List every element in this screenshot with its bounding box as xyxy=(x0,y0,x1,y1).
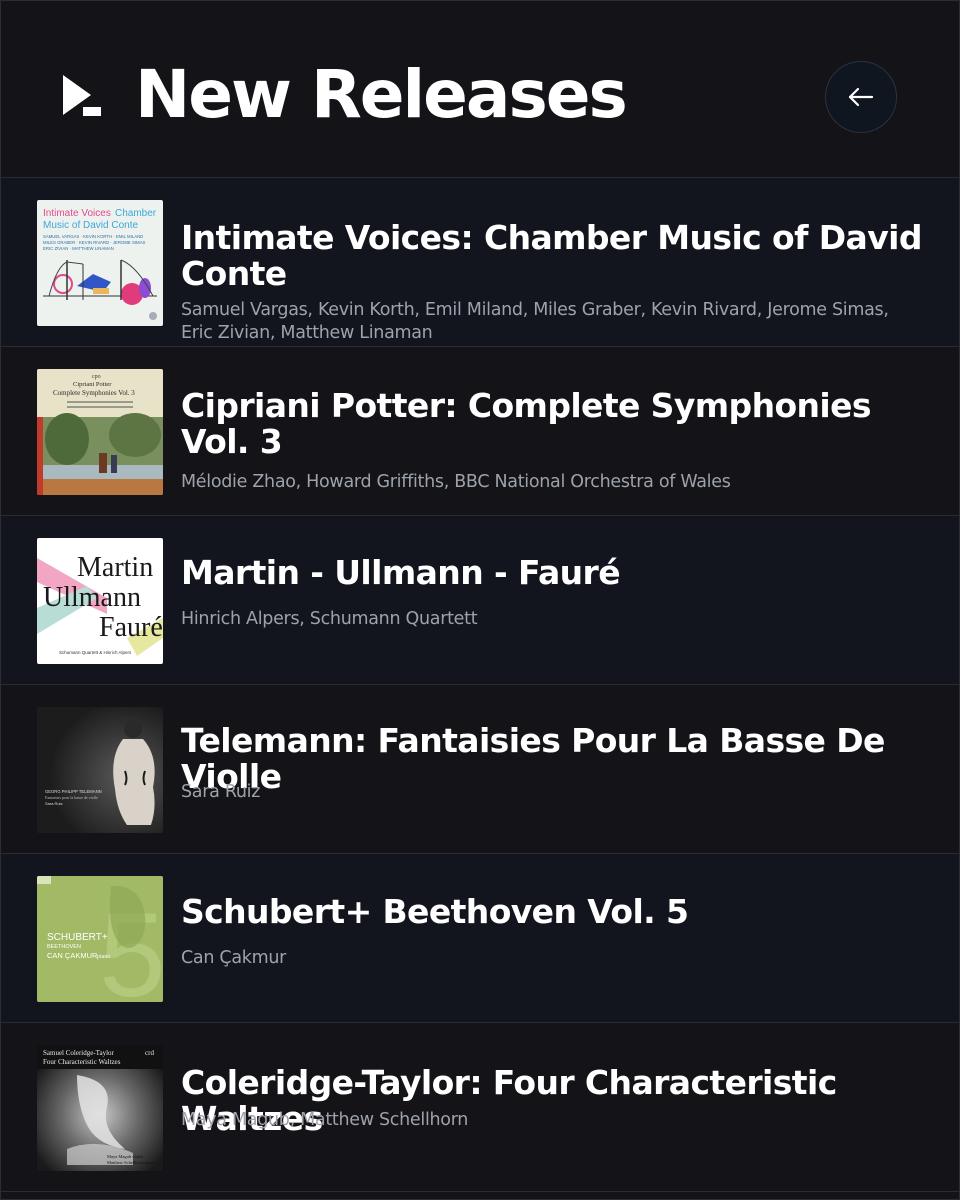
svg-text:GEORG PHILIPP TELEMANN: GEORG PHILIPP TELEMANN xyxy=(45,789,102,794)
release-title[interactable]: Intimate Voices: Chamber Music of David … xyxy=(181,220,931,292)
release-artists: Hinrich Alpers, Schumann Quartett xyxy=(181,609,478,629)
release-item[interactable]: 5 SCHUBERT+ BEETHOVEN CAN ÇAKMUR piano S… xyxy=(1,854,959,1023)
svg-text:Sara Ruiz: Sara Ruiz xyxy=(45,801,63,806)
release-title[interactable]: Cipriani Potter: Complete Symphonies Vol… xyxy=(181,388,931,460)
album-cover[interactable]: Martin Ullmann Fauré Schumann Quartett &… xyxy=(37,538,163,664)
release-item[interactable]: cpo Cipriani Potter Complete Symphonies … xyxy=(1,347,959,516)
svg-text:Music of David Conte: Music of David Conte xyxy=(43,220,138,231)
svg-text:Chamber: Chamber xyxy=(115,208,157,219)
svg-text:Maya Magub violin: Maya Magub violin xyxy=(107,1154,143,1159)
page-header: New Releases xyxy=(1,1,959,178)
app-frame: New Releases Intimate Voices Chamber Mus… xyxy=(0,0,960,1200)
svg-text:CAN ÇAKMUR: CAN ÇAKMUR xyxy=(47,951,98,960)
back-button[interactable] xyxy=(825,61,897,133)
svg-text:Schumann Quartett & Hinrich Al: Schumann Quartett & Hinrich Alpers xyxy=(59,650,132,655)
svg-text:Fantaisies pour la basse de vi: Fantaisies pour la basse de violle xyxy=(45,795,98,800)
release-artists: Samuel Vargas, Kevin Korth, Emil Miland,… xyxy=(181,300,889,343)
svg-text:Intimate Voices: Intimate Voices xyxy=(43,208,111,219)
svg-text:Samuel Coleridge-Taylor: Samuel Coleridge-Taylor xyxy=(43,1049,115,1057)
album-cover[interactable]: Samuel Coleridge-Taylor Four Characteris… xyxy=(37,1045,163,1171)
release-artists: Can Çakmur xyxy=(181,948,287,968)
release-artists: Mélodie Zhao, Howard Griffiths, BBC Nati… xyxy=(181,472,731,492)
svg-text:MILES GRABER · KEVIN RIVARD ·: MILES GRABER · KEVIN RIVARD · JEROME SIM… xyxy=(43,240,145,245)
release-list: Intimate Voices Chamber Music of David C… xyxy=(1,178,959,1192)
release-item[interactable]: GEORG PHILIPP TELEMANN Fantaisies pour l… xyxy=(1,685,959,854)
album-cover[interactable]: 5 SCHUBERT+ BEETHOVEN CAN ÇAKMUR piano xyxy=(37,876,163,1002)
svg-text:Complete Symphonies Vol. 3: Complete Symphonies Vol. 3 xyxy=(53,389,135,397)
brand-play-logo-icon[interactable] xyxy=(61,73,103,119)
svg-text:SCHUBERT+: SCHUBERT+ xyxy=(47,932,108,943)
svg-text:Ullmann: Ullmann xyxy=(43,582,141,613)
release-title[interactable]: Schubert+ Beethoven Vol. 5 xyxy=(181,894,931,930)
svg-text:cpo: cpo xyxy=(92,374,101,380)
svg-text:ERIC ZIVIAN · MATTHEW LINAMAN: ERIC ZIVIAN · MATTHEW LINAMAN xyxy=(43,246,114,251)
album-cover[interactable]: Intimate Voices Chamber Music of David C… xyxy=(37,200,163,326)
svg-text:Martin: Martin xyxy=(77,552,153,583)
page-title: New Releases xyxy=(135,56,628,133)
svg-text:Matthew Schellhorn piano: Matthew Schellhorn piano xyxy=(107,1160,155,1165)
release-item[interactable]: Intimate Voices Chamber Music of David C… xyxy=(1,178,959,347)
svg-text:Fauré: Fauré xyxy=(99,612,163,643)
svg-text:Cipriani Potter: Cipriani Potter xyxy=(73,381,112,388)
release-artists: Maya Magub, Matthew Schellhorn xyxy=(181,1110,469,1130)
svg-text:SAMUEL VARGAS · KEVIN KORTH ·: SAMUEL VARGAS · KEVIN KORTH · EMIL MILAN… xyxy=(43,234,143,239)
release-item[interactable]: Martin Ullmann Fauré Schumann Quartett &… xyxy=(1,516,959,685)
album-cover[interactable]: cpo Cipriani Potter Complete Symphonies … xyxy=(37,369,163,495)
release-artists: Sara Ruiz xyxy=(181,782,261,802)
svg-text:Four Characteristic Waltzes: Four Characteristic Waltzes xyxy=(43,1058,121,1066)
svg-text:BEETHOVEN: BEETHOVEN xyxy=(47,944,81,950)
album-cover[interactable]: GEORG PHILIPP TELEMANN Fantaisies pour l… xyxy=(37,707,163,833)
release-item[interactable]: Samuel Coleridge-Taylor Four Characteris… xyxy=(1,1023,959,1192)
release-title[interactable]: Martin - Ullmann - Fauré xyxy=(181,555,931,591)
svg-text:crd: crd xyxy=(145,1049,154,1057)
svg-text:piano: piano xyxy=(97,954,110,960)
arrow-left-icon xyxy=(848,87,874,107)
